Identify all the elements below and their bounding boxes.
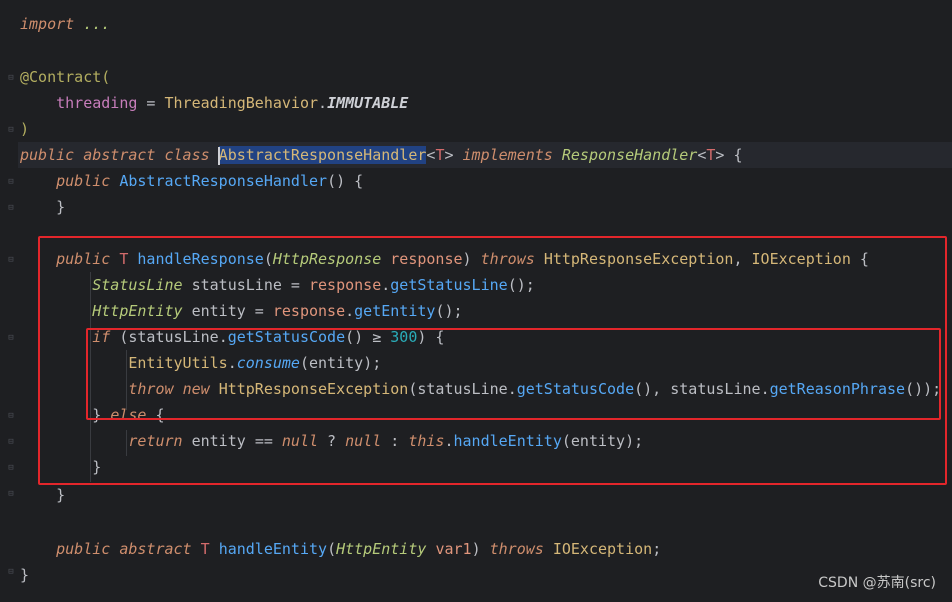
text-caret [217, 146, 220, 165]
import-ellipsis[interactable]: ... [83, 15, 110, 33]
type-param: T [435, 146, 445, 164]
keyword-public: public [56, 172, 111, 190]
editor-gutter[interactable]: ⊟ ⊟ ⊟ ⊟ ⊟ ⊟ ⊟ ⊟ ⊟ ⊟ ⊟ [0, 0, 18, 602]
keyword-abstract: abstract [119, 540, 192, 558]
http-entity-type[interactable]: HttpEntity [336, 540, 426, 558]
highlight-box-if-block [86, 328, 941, 420]
fold-icon[interactable]: ⊟ [6, 566, 16, 578]
watermark: CSDN @苏南(src) [818, 575, 936, 591]
interface-name[interactable]: ResponseHandler [562, 146, 697, 164]
code-line-class-declaration[interactable]: public abstract class AbstractResponseHa… [20, 142, 743, 168]
fold-icon[interactable]: ⊟ [6, 202, 16, 214]
code-line-import[interactable]: import ... [20, 11, 110, 37]
code-editor[interactable]: ⊟ ⊟ ⊟ ⊟ ⊟ ⊟ ⊟ ⊟ ⊟ ⊟ ⊟ import ... @Contra… [0, 0, 952, 602]
type-param: T [200, 540, 210, 558]
param-var1: var1 [435, 540, 472, 558]
keyword-implements: implements [462, 146, 553, 164]
method-handle-entity[interactable]: handleEntity [219, 540, 327, 558]
code-line-annotation-close[interactable]: ) [20, 116, 29, 142]
dot: . [318, 94, 328, 112]
code-line-method-close[interactable]: } [20, 482, 65, 508]
fold-icon[interactable]: ⊟ [6, 72, 16, 84]
constructor-name[interactable]: AbstractResponseHandler [119, 172, 327, 190]
code-line-class-close[interactable]: } [20, 562, 29, 588]
keyword-throws: throws [489, 540, 544, 558]
fold-icon[interactable]: ⊟ [6, 332, 16, 344]
equals: = [137, 94, 165, 112]
keyword-import: import [20, 15, 75, 33]
keyword-abstract: abstract [83, 146, 156, 164]
annotation-close-paren: ) [20, 120, 30, 138]
keyword-public: public [56, 540, 111, 558]
fold-icon[interactable]: ⊟ [6, 410, 16, 422]
fold-icon[interactable]: ⊟ [6, 462, 16, 474]
keyword-class: class [164, 146, 210, 164]
immutable-constant: IMMUTABLE [327, 94, 409, 112]
code-line-handle-entity[interactable]: public abstract T handleEntity(HttpEntit… [20, 536, 661, 562]
code-line-threading[interactable]: threading = ThreadingBehavior.IMMUTABLE [20, 90, 408, 116]
fold-icon[interactable]: ⊟ [6, 176, 16, 188]
annotation-contract: @Contract( [20, 68, 111, 86]
code-line-annotation[interactable]: @Contract( [20, 64, 110, 90]
threading-behavior-class: ThreadingBehavior [164, 94, 319, 112]
io-exception-class[interactable]: IOException [553, 540, 652, 558]
fold-icon[interactable]: ⊟ [6, 488, 16, 500]
code-line-constructor[interactable]: public AbstractResponseHandler() { [20, 168, 363, 194]
threading-field: threading [56, 94, 138, 112]
class-name[interactable]: AbstractResponseHandler [218, 146, 427, 164]
fold-icon[interactable]: ⊟ [6, 254, 16, 266]
fold-icon[interactable]: ⊟ [6, 436, 16, 448]
type-param: T [706, 146, 716, 164]
code-line-constructor-close[interactable]: } [20, 194, 65, 220]
keyword-public: public [20, 146, 75, 164]
fold-icon[interactable]: ⊟ [6, 124, 16, 136]
